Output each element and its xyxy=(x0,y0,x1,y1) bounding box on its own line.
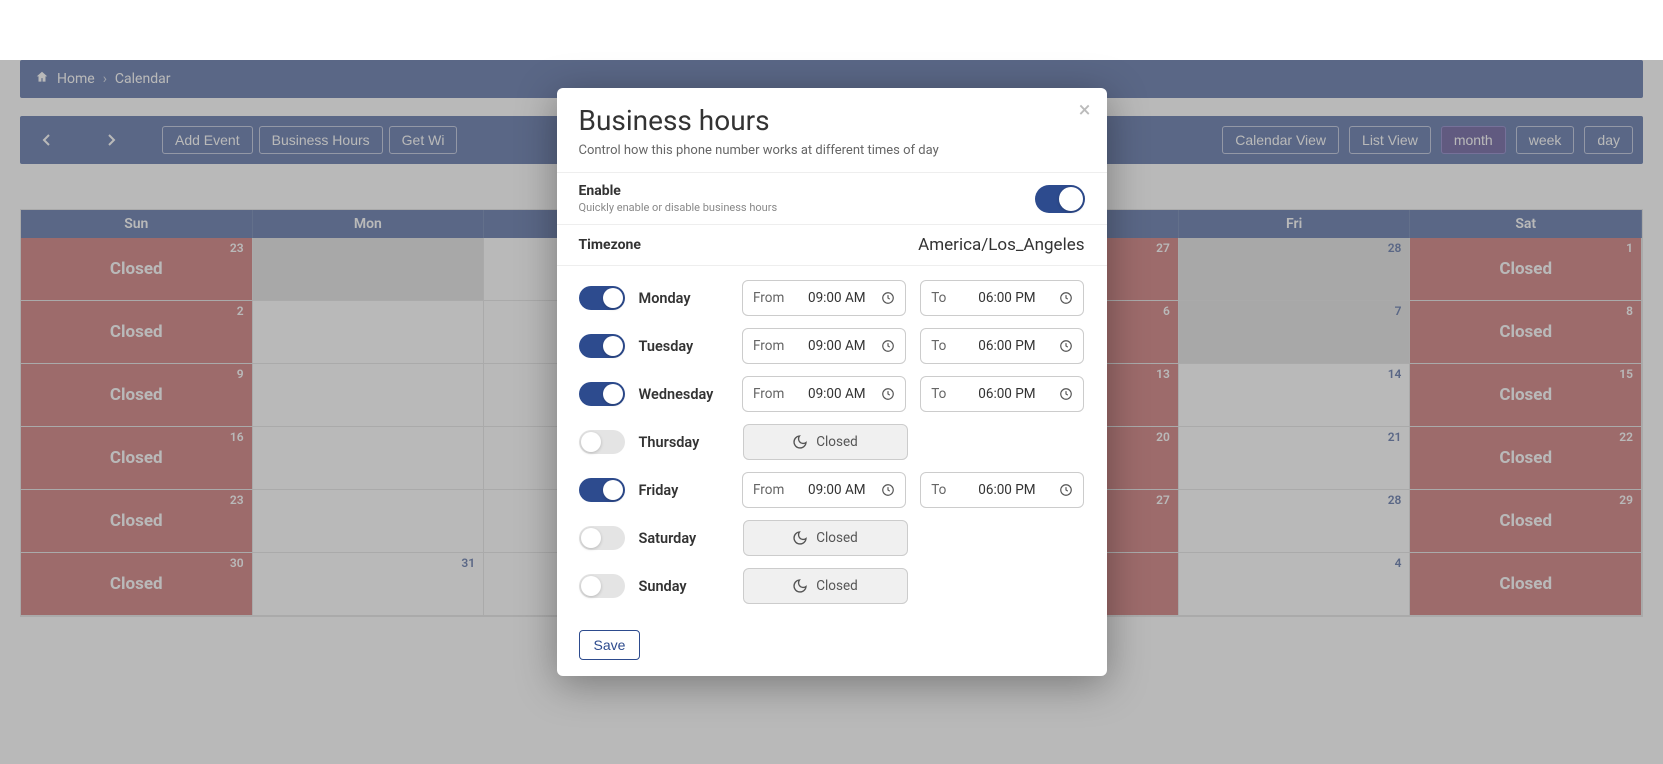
clock-icon xyxy=(881,483,895,497)
closed-indicator: Closed xyxy=(743,424,908,460)
day-row: Thursday Closed xyxy=(579,424,1085,460)
day-row: Saturday Closed xyxy=(579,520,1085,556)
day-toggle[interactable] xyxy=(579,334,625,358)
day-name-label: Thursday xyxy=(639,434,729,451)
closed-indicator: Closed xyxy=(743,568,908,604)
day-name-label: Monday xyxy=(639,290,729,307)
day-name-label: Sunday xyxy=(639,578,729,595)
time-from-input[interactable]: From09:00 AM xyxy=(742,280,906,316)
time-to-input[interactable]: To06:00 PM xyxy=(920,280,1084,316)
clock-icon xyxy=(1059,483,1073,497)
enable-label: Enable xyxy=(579,183,778,199)
timezone-label: Timezone xyxy=(579,237,641,253)
enable-toggle[interactable] xyxy=(1035,185,1085,213)
clock-icon xyxy=(1059,339,1073,353)
enable-sublabel: Quickly enable or disable business hours xyxy=(579,201,778,214)
day-toggle[interactable] xyxy=(579,430,625,454)
save-button[interactable]: Save xyxy=(579,630,641,660)
day-row: Friday From09:00 AM To06:00 PM xyxy=(579,472,1085,508)
clock-icon xyxy=(881,339,895,353)
day-toggle[interactable] xyxy=(579,574,625,598)
moon-icon xyxy=(792,530,808,546)
modal-title: Business hours xyxy=(579,104,1085,137)
clock-icon xyxy=(881,387,895,401)
time-to-input[interactable]: To06:00 PM xyxy=(920,472,1084,508)
day-row: Wednesday From09:00 AM To06:00 PM xyxy=(579,376,1085,412)
day-toggle[interactable] xyxy=(579,286,625,310)
business-hours-modal: × Business hours Control how this phone … xyxy=(557,88,1107,676)
day-name-label: Saturday xyxy=(639,530,729,547)
time-to-input[interactable]: To06:00 PM xyxy=(920,328,1084,364)
time-from-input[interactable]: From09:00 AM xyxy=(742,472,906,508)
clock-icon xyxy=(1059,291,1073,305)
moon-icon xyxy=(792,578,808,594)
timezone-value[interactable]: America/Los_Angeles xyxy=(918,235,1084,255)
modal-subtitle: Control how this phone number works at d… xyxy=(579,143,1085,158)
closed-indicator: Closed xyxy=(743,520,908,556)
day-toggle[interactable] xyxy=(579,382,625,406)
day-name-label: Friday xyxy=(639,482,729,499)
clock-icon xyxy=(881,291,895,305)
moon-icon xyxy=(792,434,808,450)
day-row: Monday From09:00 AM To06:00 PM xyxy=(579,280,1085,316)
day-name-label: Tuesday xyxy=(639,338,729,355)
time-from-input[interactable]: From09:00 AM xyxy=(742,376,906,412)
time-from-input[interactable]: From09:00 AM xyxy=(742,328,906,364)
day-row: Sunday Closed xyxy=(579,568,1085,604)
clock-icon xyxy=(1059,387,1073,401)
day-row: Tuesday From09:00 AM To06:00 PM xyxy=(579,328,1085,364)
day-name-label: Wednesday xyxy=(639,386,729,403)
time-to-input[interactable]: To06:00 PM xyxy=(920,376,1084,412)
day-toggle[interactable] xyxy=(579,526,625,550)
day-toggle[interactable] xyxy=(579,478,625,502)
close-icon[interactable]: × xyxy=(1079,100,1091,122)
